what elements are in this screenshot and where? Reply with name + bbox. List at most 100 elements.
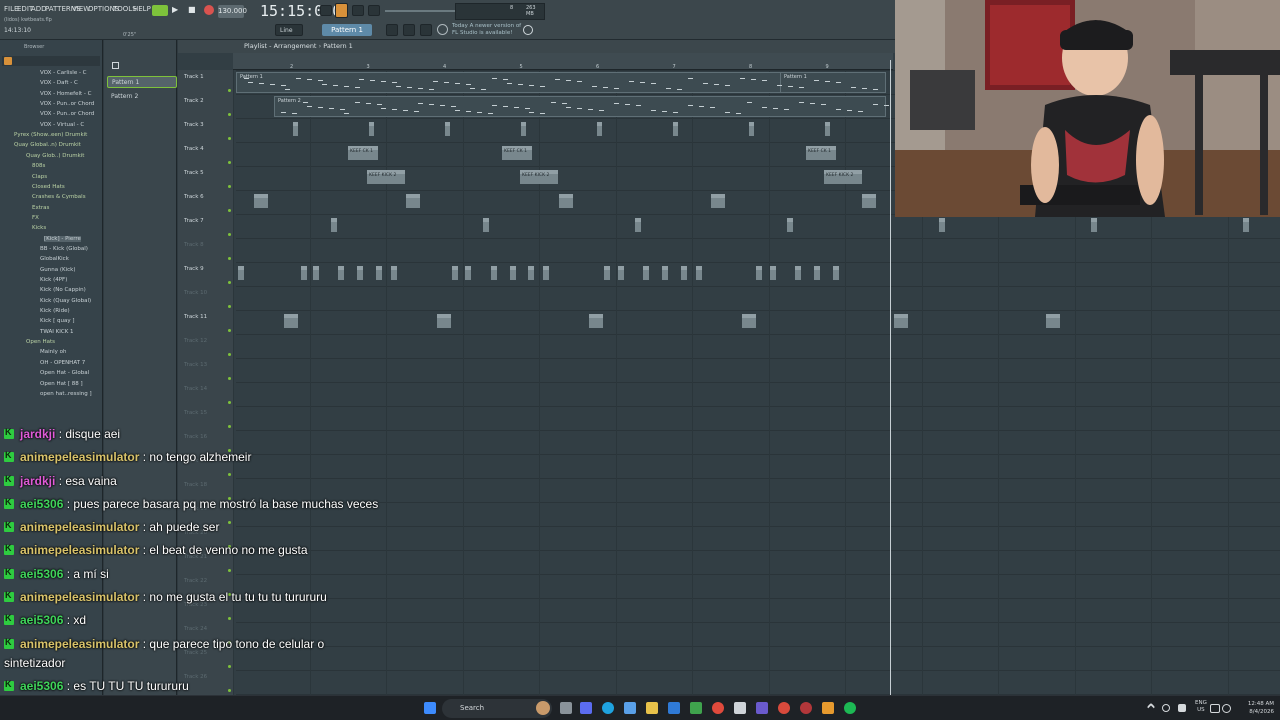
pattern-clip[interactable] <box>238 266 244 280</box>
browser-item[interactable]: 808s <box>32 163 45 169</box>
chat-username[interactable]: aei5306 <box>20 679 63 693</box>
browser-item[interactable]: Kick (4PF) <box>40 277 67 283</box>
track-mute-led[interactable] <box>228 257 231 260</box>
pattern-clip[interactable] <box>284 314 298 328</box>
pattern-clip[interactable] <box>391 266 397 280</box>
pattern-clip[interactable] <box>604 266 610 280</box>
pattern-clip[interactable] <box>787 218 793 232</box>
pattern-clip[interactable] <box>543 266 549 280</box>
taskbar-clock[interactable]: 12:48 AM 8/4/2026 <box>1240 700 1274 716</box>
copilot-icon[interactable] <box>536 701 550 715</box>
browser-item[interactable]: FX <box>32 215 39 221</box>
typing-keyboard-icon[interactable] <box>368 5 380 16</box>
news-icon[interactable] <box>437 24 448 35</box>
pattern-clip[interactable]: KEEF KICK 2 <box>824 170 862 184</box>
blend-icon[interactable] <box>352 5 364 16</box>
settings-gear-icon[interactable] <box>523 25 533 35</box>
wifi-icon[interactable] <box>1162 704 1170 712</box>
playhead[interactable] <box>890 60 891 695</box>
browser-item[interactable]: Quay Glob..) Drumkit <box>26 153 84 159</box>
chat-username[interactable]: jardkji <box>20 474 55 488</box>
chat-username[interactable]: jardkji <box>20 427 55 441</box>
pattern-clip[interactable] <box>635 218 641 232</box>
browser-item[interactable]: VOX - Pun..or Chord <box>40 111 94 117</box>
spotify-icon[interactable] <box>844 702 856 714</box>
pattern-clip[interactable] <box>749 122 754 136</box>
browser-item[interactable]: VOX - Pun..or Chord <box>40 101 94 107</box>
news-panel[interactable]: Today A newer version of FL Studio is av… <box>452 23 521 37</box>
ctrl-icon[interactable] <box>403 24 415 36</box>
start-icon[interactable] <box>424 702 436 714</box>
metronome-icon[interactable] <box>320 5 332 16</box>
obs-icon[interactable] <box>800 702 812 714</box>
pattern-clip[interactable] <box>756 266 762 280</box>
record-icon[interactable] <box>204 5 214 15</box>
browser-item[interactable]: Kicks <box>32 225 46 231</box>
browser-item[interactable]: open hat..ressing ] <box>40 391 92 397</box>
pattern-clip-track1[interactable]: Pattern 1 <box>780 72 886 93</box>
browser-item[interactable]: Closed Hats <box>32 184 65 190</box>
browser-item[interactable]: Quay Global..n) Drumkit <box>14 142 81 148</box>
pattern-clip[interactable] <box>939 218 945 232</box>
file-explorer-icon[interactable] <box>646 702 658 714</box>
sound-tray-icon[interactable] <box>1222 704 1231 713</box>
track-header[interactable]: Track 3 <box>184 122 204 128</box>
track-header[interactable]: Track 14 <box>184 386 207 392</box>
pattern-song-toggle[interactable] <box>152 5 168 16</box>
pattern-clip[interactable] <box>618 266 624 280</box>
browser-item[interactable]: Gunna (Kick) <box>40 267 75 273</box>
pattern-clip-track2[interactable]: Pattern 2 <box>274 96 886 117</box>
store-icon[interactable] <box>624 702 636 714</box>
pattern-clip[interactable] <box>452 266 458 280</box>
pattern-clip[interactable] <box>643 266 649 280</box>
tray-chevron-icon[interactable] <box>1146 702 1156 712</box>
pattern-clip[interactable]: KEEF CK 1 <box>348 146 378 160</box>
track-mute-led[interactable] <box>228 185 231 188</box>
pattern-clip[interactable] <box>528 266 534 280</box>
pattern-clip[interactable] <box>510 266 516 280</box>
track-mute-led[interactable] <box>228 329 231 332</box>
step-edit-icon[interactable] <box>386 24 398 36</box>
fl-studio-icon[interactable] <box>822 702 834 714</box>
tempo-display[interactable]: 130.000 <box>218 5 247 18</box>
track-header[interactable]: Track 7 <box>184 218 204 224</box>
pattern-clip[interactable]: KEEF CK 1 <box>502 146 532 160</box>
pattern-clip[interactable] <box>369 122 374 136</box>
pattern-clip[interactable] <box>681 266 687 280</box>
edge-icon[interactable] <box>602 702 614 714</box>
pattern-clip[interactable] <box>465 266 471 280</box>
pattern-clip[interactable] <box>357 266 363 280</box>
track-header[interactable]: Track 9 <box>184 266 204 272</box>
pattern-clip[interactable] <box>301 266 307 280</box>
browser-item[interactable]: VOX - Daft - C <box>40 80 78 86</box>
track-mute-led[interactable] <box>228 137 231 140</box>
notepad-icon[interactable] <box>734 702 746 714</box>
pattern-clip[interactable] <box>825 122 830 136</box>
pattern-clip[interactable] <box>406 194 420 208</box>
pattern-clip[interactable] <box>331 218 337 232</box>
pattern-clip[interactable] <box>795 266 801 280</box>
pattern-clip[interactable] <box>445 122 450 136</box>
playlist-titlebar[interactable]: Playlist - Arrangement › Pattern 1 <box>178 40 898 53</box>
browser-item[interactable]: Extras <box>32 205 49 211</box>
track-mute-led[interactable] <box>228 233 231 236</box>
browser-item[interactable]: Open Hat [ 88 ] <box>40 381 83 387</box>
timeline-ruler[interactable]: 234567891011121314151617 <box>233 53 1214 70</box>
track-header[interactable]: Track 10 <box>184 290 207 296</box>
pattern-clip[interactable] <box>483 218 489 232</box>
pattern-clip[interactable] <box>814 266 820 280</box>
track-mute-led[interactable] <box>228 305 231 308</box>
browser-item[interactable]: VOX - Carlisle - C <box>40 70 87 76</box>
pattern-clip[interactable] <box>338 266 344 280</box>
browser-item[interactable]: TWAI KICK 1 <box>40 329 74 335</box>
pattern-clip[interactable] <box>254 194 268 208</box>
browser-item[interactable]: Crashes & Cymbals <box>32 194 86 200</box>
browser-item[interactable]: GlobalKick <box>40 256 69 262</box>
track-mute-led[interactable] <box>228 377 231 380</box>
track-header[interactable]: Track 8 <box>184 242 204 248</box>
pattern-clip[interactable] <box>437 314 451 328</box>
alt-icon[interactable] <box>420 24 432 36</box>
master-volume-slider[interactable] <box>385 10 455 12</box>
track-header[interactable]: Track 4 <box>184 146 204 152</box>
browser-item[interactable]: Mainly oh <box>40 349 67 355</box>
